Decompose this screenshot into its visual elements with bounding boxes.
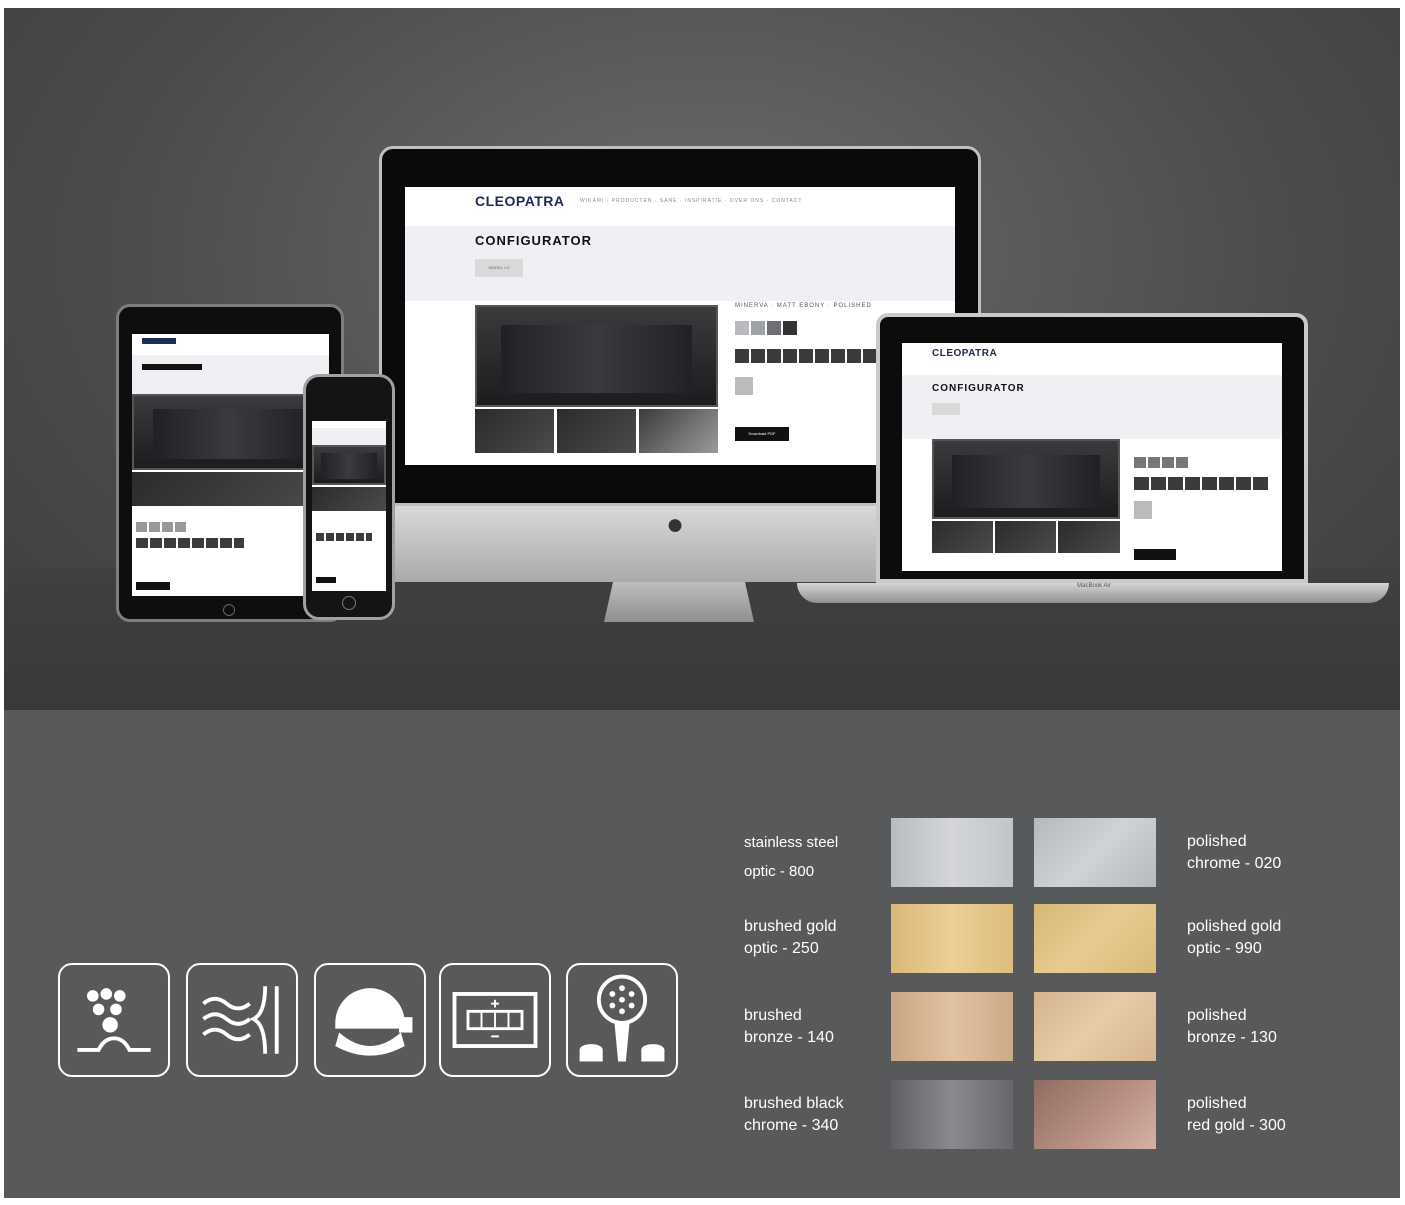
- site-navigation[interactable]: WIKAMI · PRODUCTEN · SANE · INSPIRATIE ·…: [580, 198, 802, 204]
- thumbnail-1[interactable]: [475, 409, 554, 453]
- presentation-frame: CLEOPATRA WIKAMI · PRODUCTEN · SANE · IN…: [4, 8, 1400, 1198]
- thumbnail-2[interactable]: [557, 409, 636, 453]
- phone-home-button[interactable]: [342, 596, 356, 610]
- option-swatch-row[interactable]: [1134, 477, 1270, 490]
- imac-stand: [604, 582, 754, 622]
- bathtub-main-image[interactable]: [132, 394, 329, 470]
- laptop-website: CLEOPATRA CONFIGURATOR: [902, 343, 1282, 571]
- model-button[interactable]: [932, 403, 960, 415]
- download-pdf-button[interactable]: [316, 577, 336, 583]
- phone-website: [312, 421, 386, 591]
- finish-swatch: [1034, 904, 1156, 973]
- site-hero-band: [312, 427, 386, 445]
- hand-shower-icon: [566, 963, 678, 1077]
- finish-swatch: [891, 904, 1013, 973]
- water-jets-icon: [186, 963, 298, 1077]
- finish-swatch: [1034, 992, 1156, 1061]
- finish-label: brushed gold optic - 250: [744, 918, 837, 957]
- finish-swatch: [1034, 818, 1156, 887]
- option-swatch-row[interactable]: [735, 349, 877, 363]
- apple-logo-icon: ●: [666, 508, 685, 541]
- imac-website: CLEOPATRA WIKAMI · PRODUCTEN · SANE · IN…: [405, 187, 955, 465]
- thumbnail-row[interactable]: [132, 472, 329, 506]
- tablet-website: [132, 334, 329, 596]
- finish-swatch: [891, 992, 1013, 1061]
- finish-swatch[interactable]: [783, 321, 797, 335]
- finish-swatch: [891, 1080, 1013, 1149]
- finish-swatch[interactable]: [735, 321, 749, 335]
- thumbnail-row[interactable]: [312, 487, 386, 511]
- finish-label: stainless steel optic - 800: [744, 834, 839, 880]
- laptop-brand-label: MacBook Air: [1077, 583, 1111, 589]
- option-swatch-row[interactable]: [316, 533, 372, 541]
- finish-label: polished red gold - 300: [1187, 1095, 1286, 1134]
- finish-label: polished gold optic - 990: [1187, 918, 1282, 957]
- option-swatch-row[interactable]: [136, 538, 244, 548]
- air-bubbles-icon: [58, 963, 170, 1077]
- download-pdf-button[interactable]: Download PDF: [735, 427, 789, 441]
- site-logo[interactable]: CLEOPATRA: [475, 193, 565, 209]
- option-swatch[interactable]: [735, 377, 753, 395]
- heater-icon: [314, 963, 426, 1077]
- thumbnail-3[interactable]: [639, 409, 718, 453]
- thumbnail-3[interactable]: [1058, 521, 1120, 553]
- option-swatch-row[interactable]: [1134, 457, 1190, 468]
- devices-hero: CLEOPATRA WIKAMI · PRODUCTEN · SANE · IN…: [4, 8, 1400, 710]
- tablet-home-button[interactable]: [223, 604, 235, 616]
- site-hero-band: [132, 354, 329, 397]
- thumbnail-2[interactable]: [995, 521, 1056, 553]
- download-pdf-button[interactable]: [1134, 549, 1176, 560]
- bathtub-main-image[interactable]: [312, 445, 386, 485]
- site-logo[interactable]: CLEOPATRA: [932, 348, 997, 359]
- bathtub-main-image[interactable]: [475, 305, 718, 407]
- product-title: MINERVA · MATT EBONY · POLISHED: [735, 303, 872, 309]
- finish-swatch: [1034, 1080, 1156, 1149]
- finish-label: polished bronze - 130: [1187, 1007, 1277, 1046]
- finish-swatch: [891, 818, 1013, 887]
- finish-swatch[interactable]: [767, 321, 781, 335]
- finish-label: brushed bronze - 140: [744, 1007, 834, 1046]
- page-title: CONFIGURATOR: [475, 233, 592, 248]
- model-button[interactable]: MODEL 1.0: [475, 259, 523, 277]
- finish-label: polished chrome - 020: [1187, 833, 1282, 872]
- finish-label: brushed black chrome - 340: [744, 1095, 844, 1134]
- download-pdf-button[interactable]: [136, 582, 170, 590]
- option-swatch-row[interactable]: [136, 522, 186, 532]
- option-swatch[interactable]: [1134, 501, 1152, 519]
- laptop-screen-bezel: CLEOPATRA CONFIGURATOR: [876, 313, 1308, 583]
- phone-device: [303, 374, 395, 620]
- bathtub-main-image[interactable]: [932, 439, 1120, 519]
- site-logo[interactable]: [142, 338, 176, 344]
- page-title: CONFIGURATOR: [932, 383, 1025, 394]
- page-title: [142, 364, 202, 370]
- finish-swatch[interactable]: [751, 321, 765, 335]
- control-panel-icon: [439, 963, 551, 1077]
- thumbnail-1[interactable]: [932, 521, 993, 553]
